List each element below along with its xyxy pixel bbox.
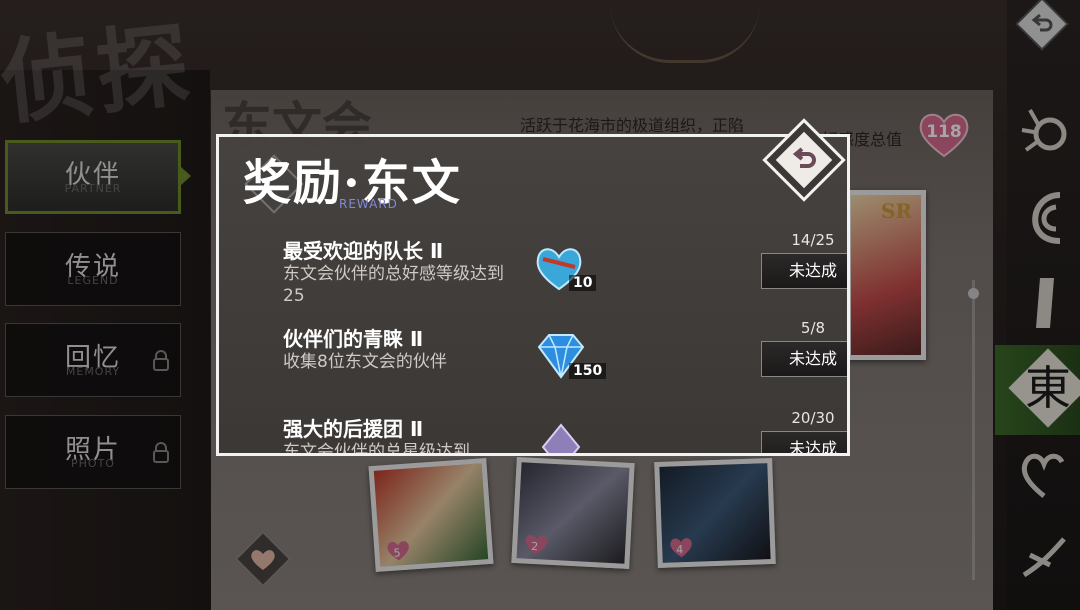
claim-button[interactable]: 未达成	[761, 341, 847, 377]
reward-task-row: 最受欢迎的队长 Ⅱ 东文会伙伴的总好感等级达到25 10 14/25 未达成	[283, 231, 847, 325]
task-title: 伙伴们的青睐 Ⅱ	[283, 327, 424, 351]
task-title: 强大的后援团 Ⅱ	[283, 417, 424, 441]
claim-button[interactable]: 未达成	[761, 253, 847, 289]
reward-dialog: 奖励·东文 REWARD 最受欢迎的队长 Ⅱ 东文会伙伴的总好感等级达到25 1…	[216, 134, 850, 456]
reward-task-row: 强大的后援团 Ⅱ 东文会伙伴的总星级达到 20/30 未达成	[283, 409, 847, 456]
dialog-subtitle: REWARD	[339, 197, 398, 211]
claim-button[interactable]: 未达成	[761, 431, 847, 453]
task-progress: 5/8	[800, 319, 826, 337]
reward-quantity: 10	[569, 275, 597, 291]
task-description: 东文会伙伴的总好感等级达到25	[283, 264, 504, 306]
star-crystal-icon	[541, 423, 581, 453]
reward-task-row: 伙伴们的青睐 Ⅱ 收集8位东文会的伙伴 150 5/8 未达成	[283, 319, 847, 413]
task-description: 东文会伙伴的总星级达到	[283, 442, 470, 456]
reward-quantity: 150	[569, 363, 607, 379]
task-description: 收集8位东文会的伙伴	[283, 352, 447, 372]
task-progress: 20/30	[791, 409, 835, 427]
close-dialog-button[interactable]	[762, 118, 846, 202]
task-title: 最受欢迎的队长 Ⅱ	[283, 239, 444, 263]
task-progress: 14/25	[791, 231, 835, 249]
